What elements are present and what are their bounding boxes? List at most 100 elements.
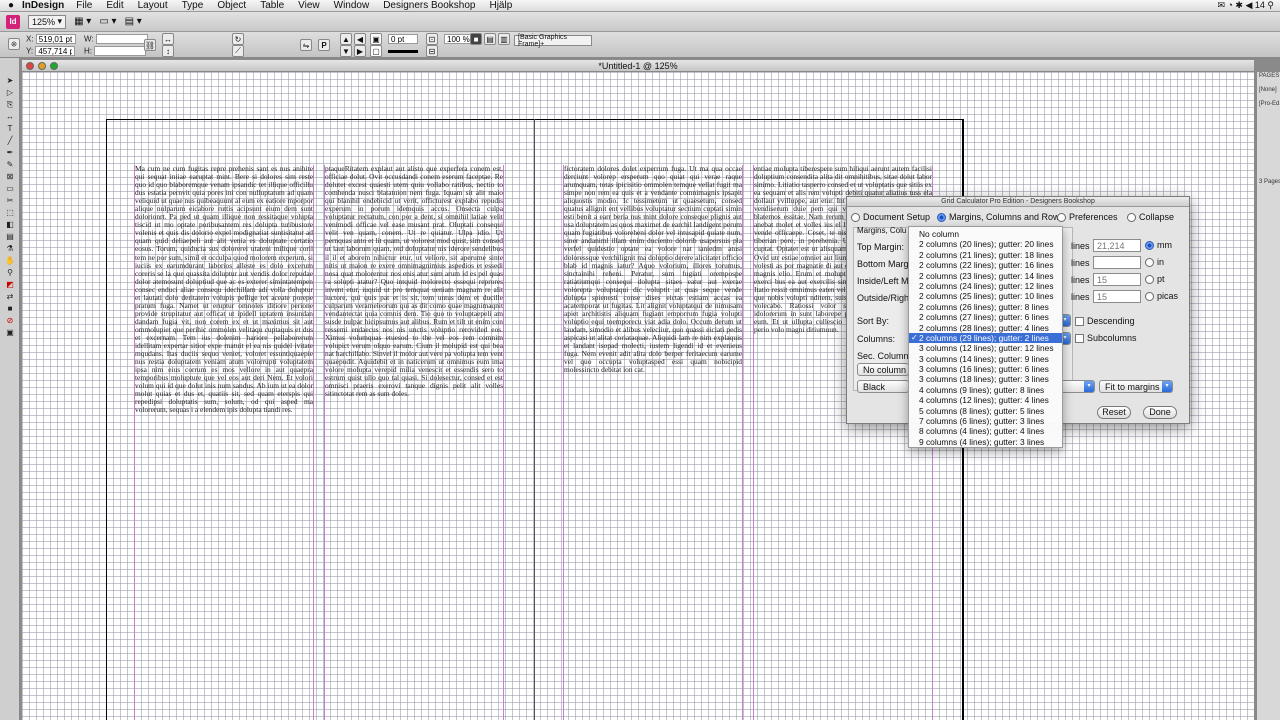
fit-frame-icon[interactable]: ⊟ [426,45,438,57]
gradient-tool-icon[interactable]: ◧ [2,219,18,230]
menu-table[interactable]: Table [260,0,284,11]
dropdown-item[interactable]: 7 columns (6 lines); gutter: 3 lines [909,416,1062,426]
dropdown-item[interactable]: 2 columns (24 lines); gutter: 12 lines [909,281,1062,291]
rectangle-tool-icon[interactable]: ▭ [2,183,18,194]
screen-mode-tool-icon[interactable]: ▣ [2,327,18,338]
zoom-tool-icon[interactable]: ⚲ [2,267,18,278]
path-type-icon[interactable]: P [318,39,330,51]
close-window-icon[interactable] [26,62,34,70]
menu-layout[interactable]: Layout [138,0,168,11]
scale-x-icon[interactable]: ↔ [162,33,174,45]
tab-margins-columns-rows[interactable]: Margins, Columns and Rows [937,212,1064,222]
dropdown-item[interactable]: 2 columns (23 lines); gutter: 14 lines [909,271,1062,281]
dropdown-item[interactable]: 4 columns (12 lines); gutter: 4 lines [909,395,1062,405]
radio-mm[interactable] [1145,240,1154,250]
reset-button[interactable]: Reset [1097,406,1131,419]
inside-value-field[interactable]: 15 [1093,273,1141,286]
done-button[interactable]: Done [1143,406,1177,419]
unit-pt[interactable]: pt [1145,274,1165,284]
menu-file[interactable]: File [76,0,92,11]
x-input[interactable] [35,34,76,44]
menu-app-name[interactable]: InDesign [22,0,64,11]
radio-document-setup[interactable] [851,212,860,222]
master-pro-ed[interactable]: [Pro-Ed.] [1257,100,1280,108]
unit-mm[interactable]: mm [1145,240,1172,250]
stroke-weight-input[interactable] [388,34,418,44]
top-value-field[interactable]: 21,214 [1093,239,1141,252]
stroke-swatch-icon[interactable]: ▢ [370,45,382,57]
menu-edit[interactable]: Edit [106,0,123,11]
subcolumns-checkbox[interactable]: Subcolumns [1075,333,1137,343]
unit-in[interactable]: in [1145,257,1164,267]
gap-tool-icon[interactable]: ↔ [2,111,18,122]
zoom-window-icon[interactable] [50,62,58,70]
object-style-select[interactable]: [Basic Graphics Frame]+ [514,34,592,48]
dropdown-item[interactable]: 2 columns (25 lines); gutter: 10 lines [909,291,1062,301]
select-previous-icon[interactable]: ◀ [354,33,366,45]
dropdown-item[interactable]: No column [909,229,1062,239]
descending-checkbox[interactable]: Descending [1075,316,1135,326]
screen-mode-icon[interactable]: ▭ ▾ [99,16,116,27]
view-options-icon[interactable]: ▦ ▾ [74,16,91,27]
shear-icon[interactable]: ⟋ [232,45,244,57]
unit-picas[interactable]: picas [1145,291,1178,301]
text-column-1[interactable]: Ma cum ne cum fugitas repre prehenis san… [134,165,314,720]
text-wrap-shape-icon[interactable]: ▥ [498,33,510,45]
dropdown-item[interactable]: 2 columns (20 lines); gutter: 20 lines [909,239,1062,249]
sec-columns-select[interactable]: No column [857,363,909,376]
zoom-select[interactable]: 125% ▾ [28,14,67,29]
subcolumns-box[interactable] [1075,333,1084,343]
dropdown-item[interactable]: 9 columns (4 lines); gutter: 3 lines [909,437,1062,447]
dropdown-item[interactable]: 8 columns (4 lines); gutter: 4 lines [909,426,1062,436]
pages-panel-title[interactable]: PAGES [1257,72,1280,80]
apple-icon[interactable]: ● [0,0,22,11]
radio-picas[interactable] [1145,291,1154,301]
dropdown-item[interactable]: 2 columns (21 lines); gutter: 18 lines [909,250,1062,260]
tab-collapse[interactable]: Collapse [1127,212,1174,222]
rectangle-frame-icon[interactable]: ⊠ [2,171,18,182]
apply-color-icon[interactable]: ■ [2,303,18,314]
radio-collapse[interactable] [1127,212,1136,222]
menu-type[interactable]: Type [182,0,204,11]
columns-dropdown-menu[interactable]: No column 2 columns (20 lines); gutter: … [908,226,1063,448]
dropdown-item[interactable]: 3 columns (18 lines); gutter: 3 lines [909,374,1062,384]
w-input[interactable] [95,34,148,44]
eyedropper-tool-icon[interactable]: ⚗ [2,243,18,254]
select-content-icon[interactable]: ▼ [340,45,352,57]
pencil-tool-icon[interactable]: ✎ [2,159,18,170]
fill-swatch-icon[interactable]: ▣ [370,33,382,45]
h-input[interactable] [94,46,147,56]
menu-view[interactable]: View [298,0,320,11]
master-none[interactable]: [None] [1257,86,1280,94]
arrange-documents-icon[interactable]: ▤ ▾ [125,16,142,27]
dropdown-item-selected[interactable]: ✓ 2 columns (29 lines); gutter: 2 lines [909,332,1062,344]
fill-stroke-icon[interactable]: ◩ [2,279,18,290]
text-column-3[interactable]: fictoratem dolores dolet experrum fuga. … [563,165,743,720]
dropdown-item[interactable]: 3 columns (16 lines); gutter: 6 lines [909,364,1062,374]
dropdown-item[interactable]: 3 columns (12 lines); gutter: 12 lines [909,343,1062,353]
stroke-type-preview[interactable] [388,50,418,53]
y-input[interactable] [35,46,76,56]
menu-help[interactable]: Hjälp [489,0,512,11]
minimize-window-icon[interactable] [38,62,46,70]
pen-tool-icon[interactable]: ✒ [2,147,18,158]
apply-none-icon[interactable]: ⊘ [2,315,18,326]
text-wrap-box-icon[interactable]: ▤ [484,33,496,45]
fit-content-icon[interactable]: ⊡ [426,33,438,45]
dropdown-item[interactable]: 3 columns (14 lines); gutter: 9 lines [909,354,1062,364]
page-tool-icon[interactable]: ⎘ [2,99,18,110]
radio-preferences[interactable] [1057,212,1066,222]
tab-preferences[interactable]: Preferences [1057,212,1118,222]
radio-margins-columns-rows[interactable] [937,212,946,222]
hand-tool-icon[interactable]: ✋ [2,255,18,266]
select-next-icon[interactable]: ▶ [354,45,366,57]
constrain-proportions-icon[interactable]: ⛓ [144,39,156,51]
flip-icon[interactable]: ⇋ [300,39,312,51]
reference-point-icon[interactable]: ⁜ [8,38,20,50]
color-select[interactable]: Black [857,380,909,393]
swap-colors-icon[interactable]: ⇄ [2,291,18,302]
scissors-tool-icon[interactable]: ✂ [2,195,18,206]
dropdown-item[interactable]: 5 columns (8 lines); gutter: 5 lines [909,406,1062,416]
outside-value-field[interactable]: 15 [1093,290,1141,303]
selection-tool-icon[interactable]: ➤ [2,75,18,86]
